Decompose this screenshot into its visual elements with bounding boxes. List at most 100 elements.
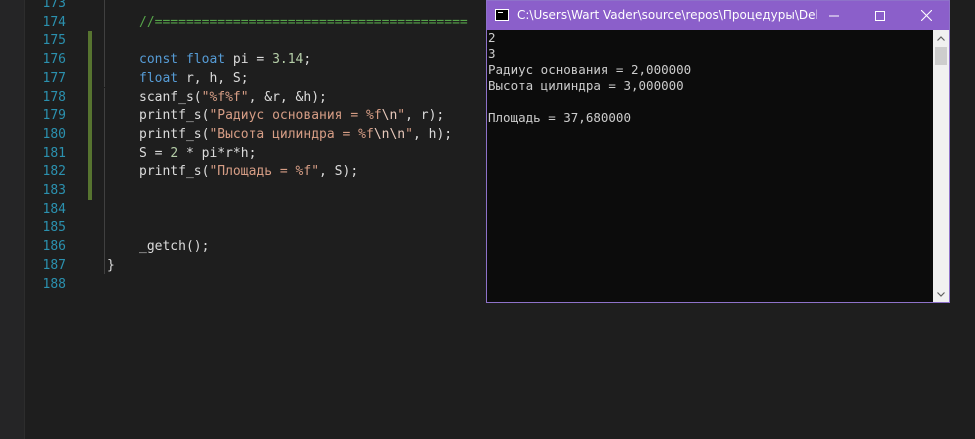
line-number: 184 [42, 201, 66, 217]
code-line[interactable]: 174 //===================================… [0, 12, 486, 32]
code-token: printf_s( [139, 164, 210, 180]
code-token: 3.14 [272, 52, 304, 68]
code-text: _getch(); [139, 237, 209, 256]
code-token: r, h, S; [178, 70, 249, 86]
code-text: printf_s("Площадь = %f", S); [139, 162, 358, 181]
scroll-up-button[interactable] [933, 30, 949, 46]
line-number: 187 [42, 257, 66, 273]
code-token: , &r, &h); [248, 89, 327, 105]
code-line[interactable]: 176 const float pi = 3.14; [0, 50, 486, 70]
indent-guide [104, 50, 105, 69]
code-text: const float pi = 3.14; [139, 50, 311, 69]
indent-guide [104, 218, 105, 238]
change-marker [88, 124, 92, 144]
indent-guide [104, 237, 105, 256]
close-button[interactable] [903, 1, 949, 30]
code-token: , r); [405, 108, 445, 124]
code-text: printf_s("Радиус основания = %f\n", r); [139, 106, 444, 125]
minimize-button[interactable] [811, 1, 857, 30]
code-token: float [139, 70, 179, 86]
code-line[interactable]: 183 [0, 181, 486, 200]
close-icon [920, 10, 932, 21]
line-number: 182 [42, 164, 66, 180]
code-line[interactable]: 182 printf_s("Площадь = %f", S); [0, 162, 486, 182]
code-token: , h); [412, 126, 453, 142]
line-number: 178 [42, 89, 66, 105]
code-token: " [397, 108, 406, 124]
indent-guide [104, 181, 105, 200]
console-line: Высота цилиндра = 3,000000 [488, 78, 684, 93]
code-token: "%f%f" [201, 89, 249, 105]
line-number: 175 [42, 33, 66, 49]
code-text: float r, h, S; [139, 69, 249, 88]
code-line[interactable]: 180 printf_s("Высота цилиндра = %f\n\n", … [0, 124, 486, 144]
line-number: 176 [42, 52, 66, 68]
code-token: "Высота цилиндра = %f [209, 126, 374, 142]
code-token: const [139, 52, 179, 68]
code-line[interactable]: 173 [0, 0, 486, 13]
console-output: 2 3 Радиус основания = 2,000000 Высота цили… [487, 30, 934, 302]
code-text: scanf_s("%f%f", &r, &h); [139, 88, 327, 107]
minimize-icon [829, 15, 839, 16]
code-text: S = 2 * pi*r*h; [139, 144, 256, 163]
change-marker [88, 162, 92, 182]
scroll-down-button[interactable] [933, 286, 949, 302]
console-line: 2 [488, 30, 496, 45]
indent-guide [104, 124, 105, 144]
line-number: 174 [42, 14, 66, 30]
code-text: printf_s("Высота цилиндра = %f\n\n", h); [139, 125, 452, 144]
indent-guide [104, 0, 105, 13]
indent-guide [104, 143, 105, 163]
code-token: , S); [319, 164, 359, 180]
line-number: 173 [42, 0, 66, 11]
maximize-button[interactable] [857, 1, 903, 30]
indent-guide [104, 162, 105, 181]
line-number: 180 [42, 126, 66, 142]
indent-guide [104, 31, 105, 51]
scroll-thumb[interactable] [935, 47, 947, 65]
code-token: pi = [225, 52, 273, 68]
console-titlebar[interactable]: C:\Users\Wart Vader\source\repos\Процеду… [487, 1, 949, 30]
line-number: 188 [42, 276, 66, 292]
code-token: "Площадь = %f" [209, 164, 320, 180]
console-title: C:\Users\Wart Vader\source\repos\Процеду… [517, 8, 817, 22]
code-line[interactable]: 186 _getch(); [0, 237, 486, 256]
code-token: \n [381, 108, 398, 124]
console-line: 3 [488, 46, 496, 61]
code-line[interactable]: 185 [0, 218, 486, 238]
code-line[interactable]: 179 printf_s("Радиус основания = %f\n", r… [0, 106, 486, 126]
line-number: 179 [42, 108, 66, 124]
code-line[interactable]: 181 S = 2 * pi*r*h; [0, 143, 486, 163]
line-number: 186 [42, 239, 66, 255]
change-marker [88, 31, 92, 51]
scroll-up-icon [937, 35, 945, 41]
change-marker [88, 87, 92, 107]
console-line: Радиус основания = 2,000000 [488, 62, 692, 77]
line-number: 177 [42, 70, 66, 86]
change-marker [88, 106, 92, 126]
code-token: " [405, 126, 413, 142]
code-line[interactable]: 184 [0, 199, 486, 219]
indent-guide [104, 199, 105, 219]
code-line[interactable]: 187} [0, 255, 486, 275]
code-token: "Радиус основания = %f [209, 108, 382, 124]
change-marker [88, 143, 92, 163]
maximize-icon [875, 10, 885, 21]
code-line[interactable]: 178 scanf_s("%f%f", &r, &h); [0, 87, 486, 107]
code-token: 2 [170, 145, 179, 161]
code-line[interactable]: 175 [0, 31, 486, 51]
code-token: printf_s( [139, 108, 210, 124]
code-token: } [107, 257, 115, 273]
code-token: S = [139, 145, 171, 161]
code-line[interactable]: 177 float r, h, S; [0, 68, 486, 88]
console-scrollbar[interactable] [933, 30, 949, 302]
console-window[interactable]: C:\Users\Wart Vader\source\repos\Процеду… [486, 0, 950, 303]
code-line[interactable]: 188 [0, 275, 486, 294]
indent-guide [104, 68, 105, 88]
code-text: } [107, 256, 115, 275]
line-number: 181 [42, 145, 66, 161]
code-token: scanf_s( [139, 89, 202, 105]
indent-guide [104, 106, 105, 125]
